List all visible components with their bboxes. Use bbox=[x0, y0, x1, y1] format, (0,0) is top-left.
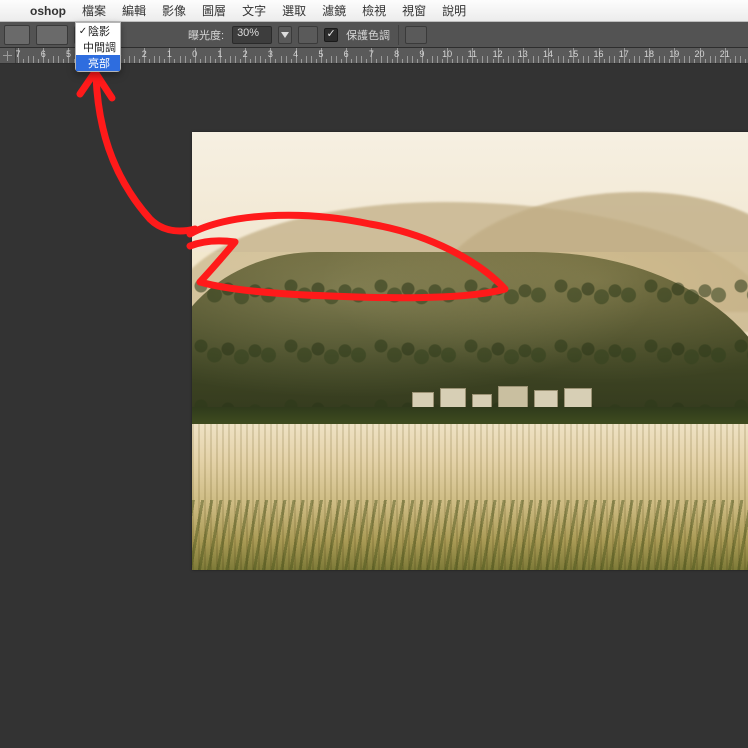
ruler-label: 5 bbox=[318, 49, 323, 59]
options-separator bbox=[398, 25, 399, 45]
ruler-track: 7654321012345678910111213141516171819202… bbox=[16, 48, 748, 63]
ruler-label: 6 bbox=[41, 49, 46, 59]
ruler-label: 19 bbox=[669, 49, 679, 59]
range-option-highlights[interactable]: 亮部 bbox=[76, 55, 120, 71]
ruler-label: 1 bbox=[167, 49, 172, 59]
menu-image[interactable]: 影像 bbox=[154, 2, 194, 19]
menu-window[interactable]: 視窗 bbox=[394, 2, 434, 19]
menu-layer[interactable]: 圖層 bbox=[194, 2, 234, 19]
ruler-label: 0 bbox=[192, 49, 197, 59]
menu-type[interactable]: 文字 bbox=[234, 2, 274, 19]
range-option-label: 亮部 bbox=[88, 55, 110, 71]
ruler-label: 7 bbox=[369, 49, 374, 59]
document-canvas[interactable] bbox=[192, 132, 748, 570]
ruler-label: 16 bbox=[594, 49, 604, 59]
exposure-chevron-icon[interactable] bbox=[278, 26, 292, 44]
ruler-label: 17 bbox=[619, 49, 629, 59]
airbrush-toggle-icon[interactable] bbox=[298, 26, 318, 44]
ruler-label: 18 bbox=[644, 49, 654, 59]
range-option-shadows[interactable]: ✓ 陰影 bbox=[76, 23, 120, 39]
menu-filter[interactable]: 濾鏡 bbox=[314, 2, 354, 19]
ruler-label: 15 bbox=[568, 49, 578, 59]
ruler-label: 8 bbox=[394, 49, 399, 59]
menu-select[interactable]: 選取 bbox=[274, 2, 314, 19]
ruler-label: 7 bbox=[15, 49, 20, 59]
tablet-pressure-icon[interactable] bbox=[405, 26, 427, 44]
exposure-field[interactable]: 30% bbox=[232, 26, 272, 44]
range-option-label: 陰影 bbox=[88, 23, 110, 39]
ruler-label: 10 bbox=[442, 49, 452, 59]
menu-view[interactable]: 檢視 bbox=[354, 2, 394, 19]
ruler-label: 5 bbox=[66, 49, 71, 59]
exposure-label: 曝光度: bbox=[186, 27, 226, 43]
range-dropdown[interactable]: ✓ 陰影 中間調 亮部 bbox=[75, 22, 121, 72]
ruler-label: 20 bbox=[695, 49, 705, 59]
ruler-label: 4 bbox=[293, 49, 298, 59]
ruler-origin-icon[interactable] bbox=[0, 48, 16, 64]
protect-tones-label: 保護色調 bbox=[344, 27, 392, 43]
ruler-label: 9 bbox=[419, 49, 424, 59]
ruler-label: 3 bbox=[268, 49, 273, 59]
ruler-label: 13 bbox=[518, 49, 528, 59]
menu-edit[interactable]: 編輯 bbox=[114, 2, 154, 19]
mac-menubar: oshop 檔案 編輯 影像 圖層 文字 選取 濾鏡 檢視 視窗 說明 bbox=[0, 0, 748, 22]
canvas-background[interactable] bbox=[0, 64, 748, 748]
image-field bbox=[192, 424, 748, 570]
image-buildings bbox=[412, 380, 602, 410]
ruler-label: 12 bbox=[493, 49, 503, 59]
current-tool-icon[interactable] bbox=[4, 25, 30, 45]
ruler-label: 2 bbox=[142, 49, 147, 59]
range-option-label: 中間調 bbox=[83, 39, 116, 55]
ruler-label: 2 bbox=[243, 49, 248, 59]
ruler-label: 6 bbox=[344, 49, 349, 59]
menu-file[interactable]: 檔案 bbox=[74, 2, 114, 19]
check-icon: ✓ bbox=[78, 26, 88, 37]
ruler-label: 11 bbox=[468, 49, 477, 59]
menu-help[interactable]: 說明 bbox=[434, 2, 474, 19]
brush-preset-picker[interactable] bbox=[36, 25, 68, 45]
ruler-label: 14 bbox=[543, 49, 553, 59]
range-option-midtones[interactable]: 中間調 bbox=[76, 39, 120, 55]
menu-app-name[interactable]: oshop bbox=[22, 4, 74, 18]
ruler-label: 21 bbox=[720, 49, 730, 59]
ruler-label: 1 bbox=[217, 49, 222, 59]
protect-tones-checkbox[interactable] bbox=[324, 28, 338, 42]
